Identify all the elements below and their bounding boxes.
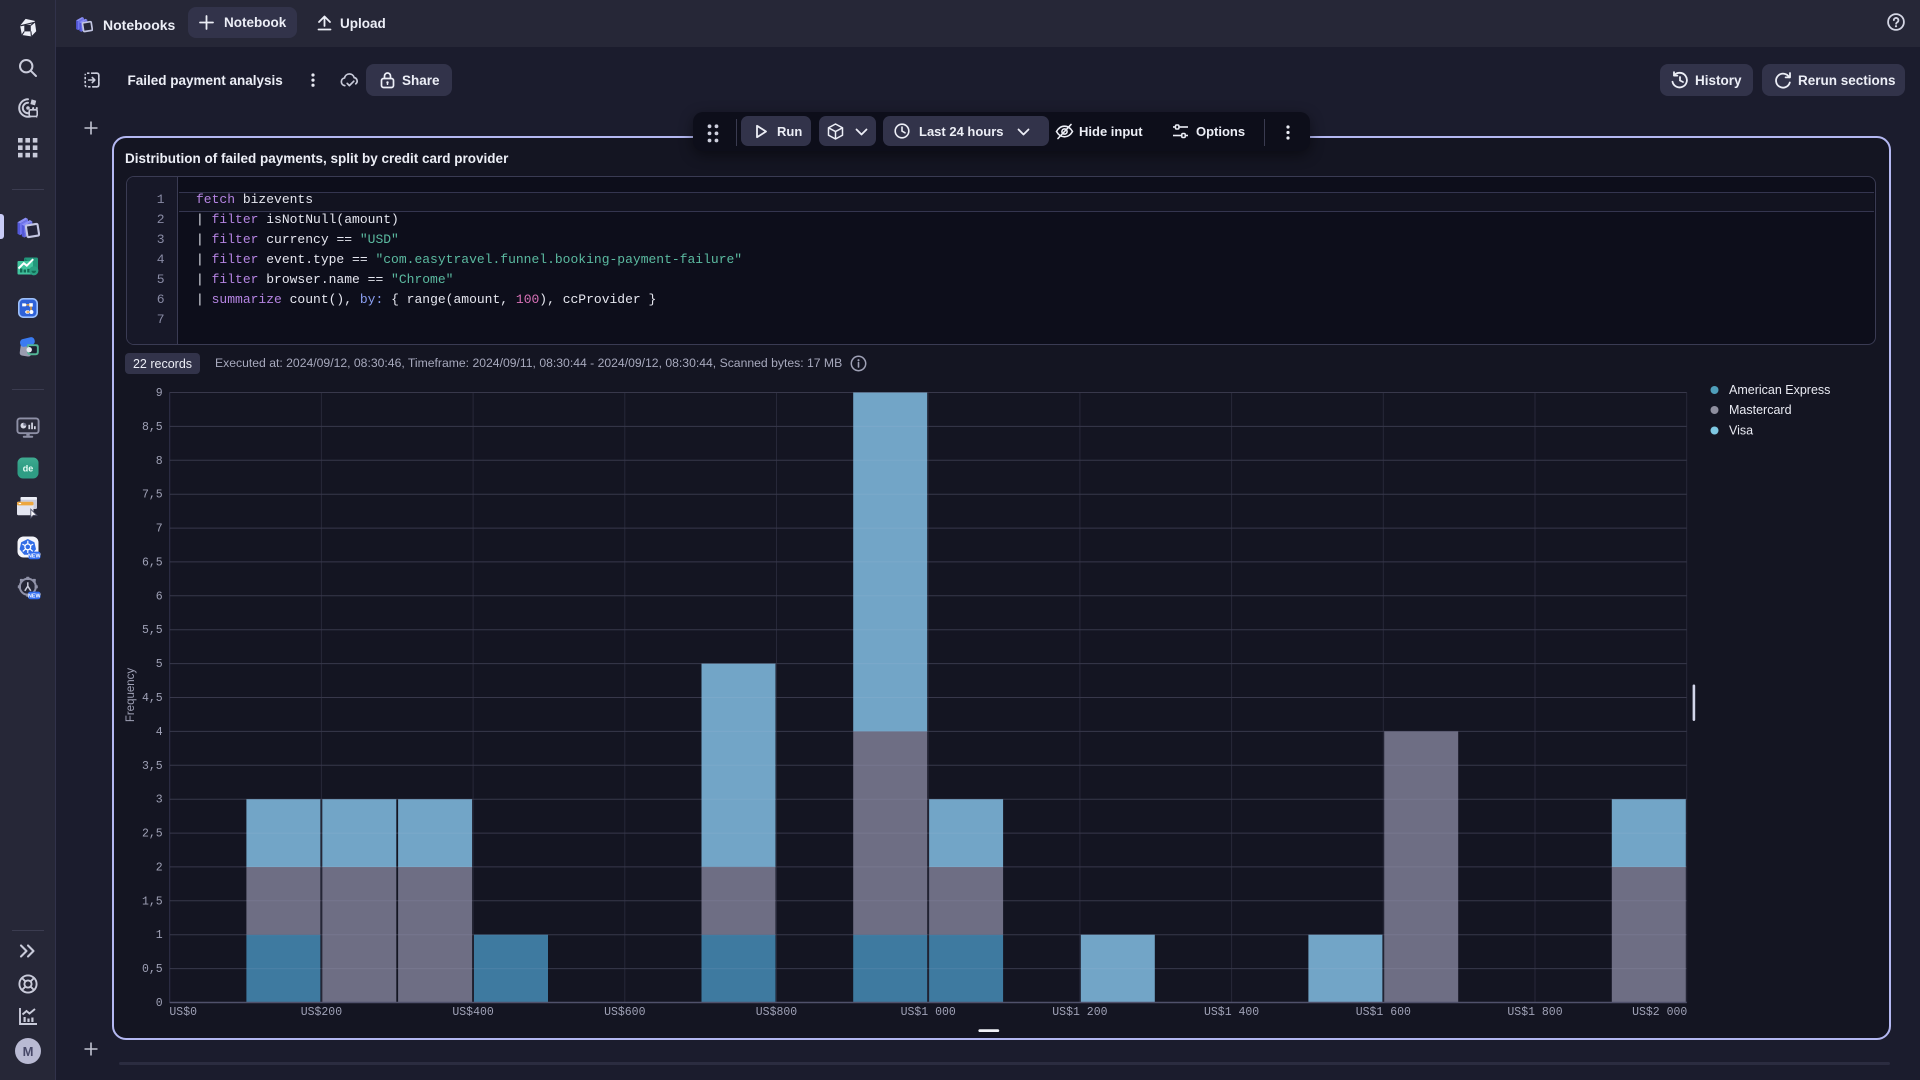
svg-text:4,5: 4,5: [142, 692, 163, 705]
svg-text:4: 4: [156, 726, 163, 739]
svg-text:US$1 800: US$1 800: [1507, 1006, 1562, 1019]
svg-text:9: 9: [156, 387, 163, 400]
svg-text:NEW: NEW: [28, 593, 41, 599]
svg-text:0,5: 0,5: [142, 963, 163, 976]
svg-text:3: 3: [156, 794, 163, 807]
svg-text:2: 2: [156, 861, 163, 874]
svg-text:2,5: 2,5: [142, 828, 163, 841]
svg-text:5,5: 5,5: [142, 624, 163, 637]
svg-text:6,5: 6,5: [142, 556, 163, 569]
svg-text:8: 8: [156, 455, 163, 468]
svg-text:US$800: US$800: [756, 1006, 798, 1019]
svg-text:US$0: US$0: [169, 1006, 197, 1019]
svg-text:6: 6: [156, 590, 163, 603]
svg-text:7,5: 7,5: [142, 489, 163, 502]
svg-text:Visa: Visa: [1729, 424, 1753, 438]
svg-text:US$1 200: US$1 200: [1052, 1006, 1107, 1019]
svg-text:Mastercard: Mastercard: [1729, 403, 1792, 417]
svg-text:7: 7: [156, 523, 163, 536]
svg-text:1,5: 1,5: [142, 895, 163, 908]
svg-text:US$1 400: US$1 400: [1204, 1006, 1259, 1019]
svg-text:Frequency: Frequency: [125, 668, 137, 723]
svg-text:US$2 000: US$2 000: [1632, 1006, 1687, 1019]
svg-text:NEW: NEW: [28, 553, 41, 559]
svg-text:US$1 000: US$1 000: [901, 1006, 956, 1019]
svg-text:8,5: 8,5: [142, 421, 163, 434]
svg-text:American Express: American Express: [1729, 383, 1830, 397]
svg-text:US$600: US$600: [604, 1006, 646, 1019]
svg-text:US$400: US$400: [452, 1006, 494, 1019]
svg-text:US$200: US$200: [301, 1006, 343, 1019]
svg-text:3,5: 3,5: [142, 760, 163, 773]
svg-text:US$1 600: US$1 600: [1356, 1006, 1411, 1019]
svg-text:0: 0: [156, 997, 163, 1010]
svg-text:1: 1: [156, 929, 163, 942]
svg-text:de: de: [23, 463, 34, 473]
svg-text:5: 5: [156, 658, 163, 671]
